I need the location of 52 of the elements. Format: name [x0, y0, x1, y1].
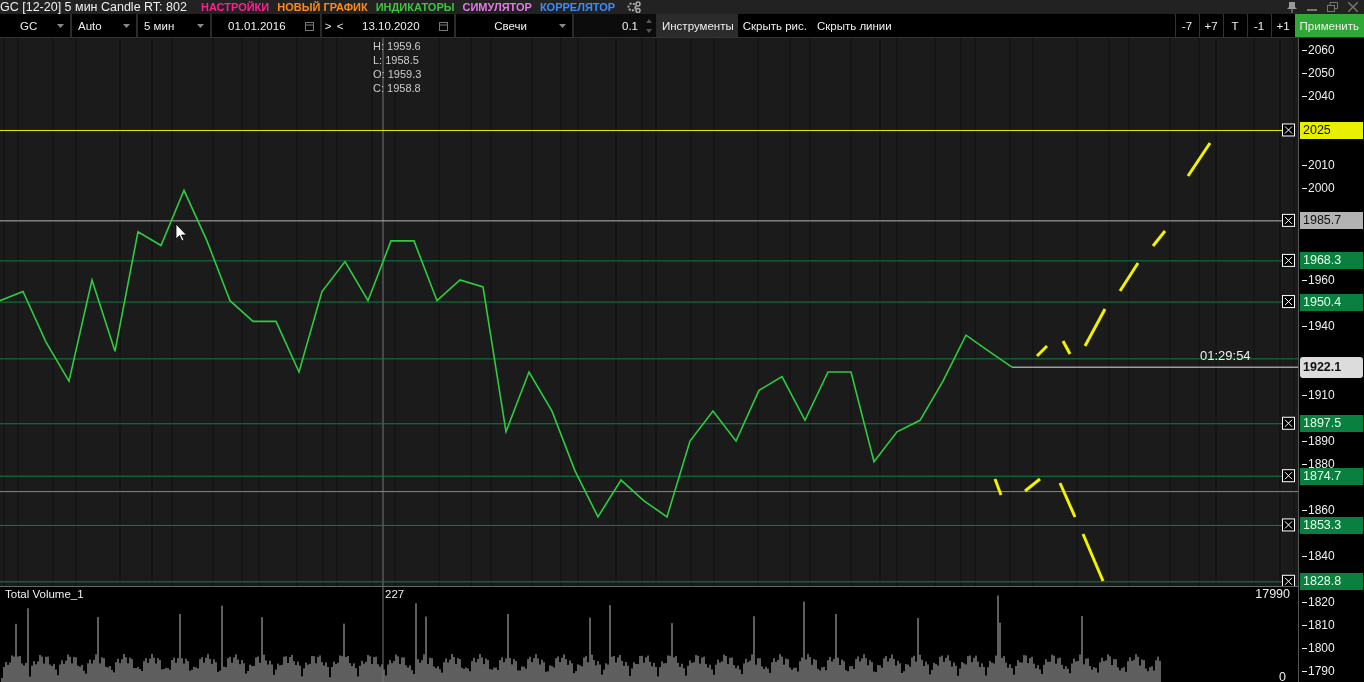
- menu-item[interactable]: КОРРЕЛЯТОР: [537, 1, 618, 13]
- axis-tick-label: 1880: [1308, 460, 1335, 468]
- price-level-label: 1853.3: [1300, 516, 1363, 534]
- price-level-label: 2025: [1300, 121, 1363, 139]
- axis-tick-label: 1840: [1308, 552, 1335, 560]
- current-price-label: 1922.1: [1300, 357, 1363, 379]
- axis-tick-label: 2000: [1308, 183, 1335, 192]
- price-level-label: 1897.5: [1300, 415, 1363, 433]
- ohlc-value: O: 1959.3: [373, 67, 422, 81]
- axis-tick-label: 2040: [1308, 91, 1335, 100]
- calendar-icon[interactable]: [439, 20, 448, 31]
- caret-icon: [123, 23, 130, 28]
- axis-tick-label: 2050: [1308, 68, 1335, 77]
- step-spinner[interactable]: 0.1: [574, 14, 658, 37]
- caret-icon: [559, 23, 566, 28]
- menu-item[interactable]: НОВЫЙ ГРАФИК: [275, 1, 370, 13]
- settings-icon[interactable]: [627, 1, 642, 13]
- price-level-label: 1950.4: [1300, 293, 1363, 311]
- pane-title: Total Volume_1: [5, 588, 84, 600]
- cursor-icon: [175, 223, 187, 242]
- pin-icon[interactable]: [1287, 1, 1297, 13]
- axis-tick-label: 2060: [1308, 45, 1335, 54]
- restore-icon[interactable]: [1327, 2, 1338, 12]
- menu-item[interactable]: СИМУЛЯТОР: [460, 1, 534, 13]
- ohlc-value: C: 1958.8: [373, 81, 422, 95]
- axis-tick-label: 1890: [1308, 437, 1335, 445]
- crosshair-value: 227: [385, 588, 405, 600]
- axis-tick-label: 1810: [1308, 621, 1335, 630]
- axis-tick-label: 1800: [1308, 644, 1335, 653]
- caret-icon: [197, 23, 204, 28]
- axis-tick-label: 1860: [1308, 506, 1335, 514]
- tools-button[interactable]: Инструменты: [658, 14, 738, 37]
- ohlc-value: L: 1958.5: [373, 53, 420, 67]
- axis-tick-label: 1790: [1308, 667, 1335, 676]
- axis-tick-label: 1910: [1308, 391, 1335, 399]
- price-level-label: 1874.7: [1300, 467, 1363, 485]
- axis-tick-label: 2010: [1308, 160, 1335, 169]
- window-title: GC [12-20] 5 мин Candle RT: 802: [0, 0, 187, 14]
- caret-icon: [57, 23, 64, 28]
- axis-tick-label: 1960: [1308, 276, 1335, 284]
- calendar-icon[interactable]: [305, 20, 314, 31]
- volume-max-label: 17990: [1255, 587, 1290, 601]
- ohlc-value: H: 1959.6: [373, 39, 422, 53]
- countdown-timer: 01:29:54: [1200, 348, 1251, 363]
- axis-tick-label: 1940: [1308, 322, 1335, 330]
- volume-min-label: 0: [1279, 670, 1286, 682]
- price-level-label: 1968.3: [1300, 252, 1363, 270]
- axis-tick-label: 1820: [1308, 598, 1335, 606]
- menu-item[interactable]: ИНДИКАТОРЫ: [373, 1, 457, 13]
- menu-item[interactable]: НАСТРОЙКИ: [198, 1, 272, 13]
- price-level-label: 1985.7: [1300, 212, 1363, 230]
- price-level-label: 1828.8: [1300, 573, 1363, 591]
